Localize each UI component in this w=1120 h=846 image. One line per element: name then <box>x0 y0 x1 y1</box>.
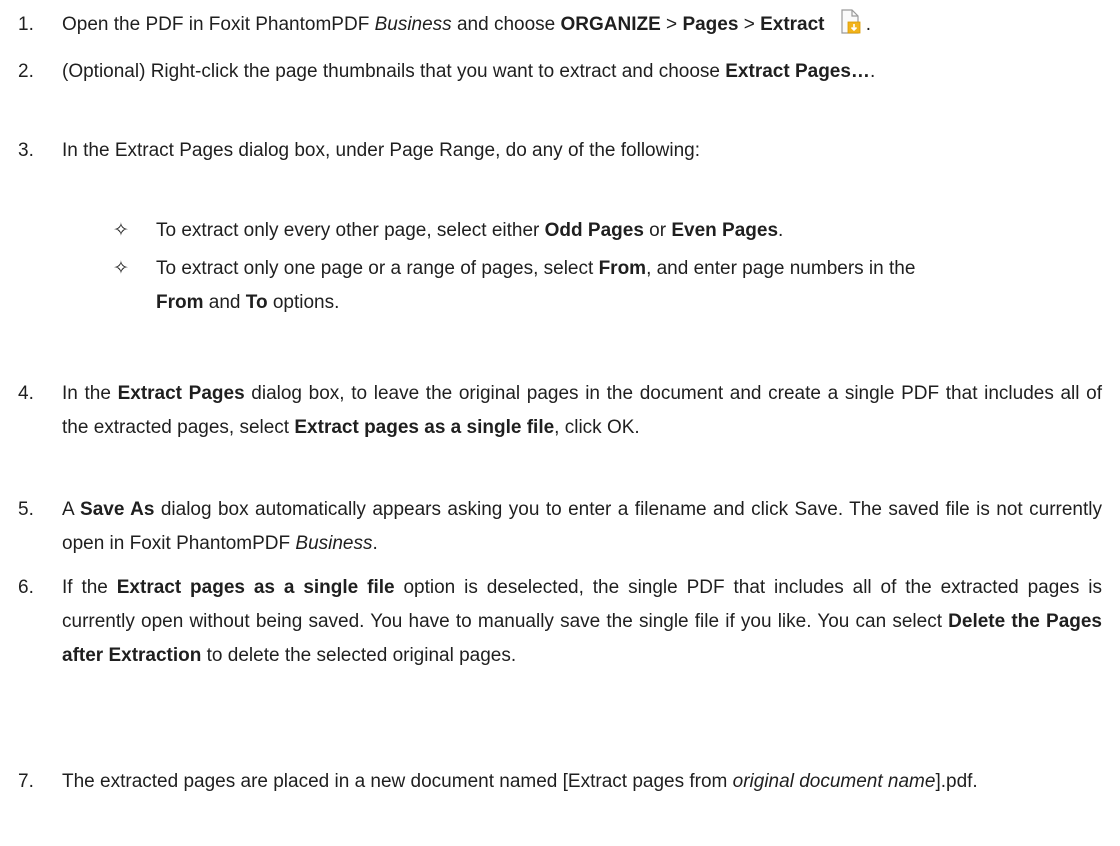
text-run: If the <box>62 577 117 598</box>
text-run: To extract only every other page, select… <box>156 220 545 241</box>
text-run: > <box>738 14 761 35</box>
bold-term: Save As <box>80 499 155 520</box>
step-number: 7. <box>18 771 34 792</box>
text-run: . <box>869 61 876 82</box>
step-text: A Save As dialog box automatically appea… <box>62 493 1102 561</box>
text-run: and choose <box>451 14 561 35</box>
step-text: Open the PDF in Foxit PhantomPDF Busines… <box>62 8 1102 42</box>
bullet-text: To extract only one page or a range of p… <box>156 252 916 320</box>
bold-term: From <box>598 258 647 279</box>
step-text: (Optional) Right-click the page thumbnai… <box>62 55 1102 89</box>
bold-term: Extract Pages… <box>725 61 870 82</box>
text-run: (Optional) Right-click the page thumbnai… <box>62 61 726 82</box>
text-run: Open the PDF in Foxit PhantomPDF <box>62 14 375 35</box>
italic-term: Business <box>374 14 452 35</box>
italic-term: Business <box>295 533 373 554</box>
bullet-diamond-icon: ✧ <box>113 220 129 241</box>
bold-term: Even Pages <box>671 220 779 241</box>
text-run: > <box>660 14 683 35</box>
extract-pages-icon <box>840 9 860 34</box>
bold-term: Pages <box>682 14 739 35</box>
text-run: In the Extract Pages dialog box, under P… <box>62 140 700 161</box>
step-text: The extracted pages are placed in a new … <box>62 765 1102 799</box>
step-number: 3. <box>18 140 34 161</box>
bullet-diamond-icon: ✧ <box>113 258 129 279</box>
text-run: . <box>778 220 784 241</box>
bullet-text: To extract only every other page, select… <box>156 214 916 248</box>
step-number: 2. <box>18 61 34 82</box>
text-run: , and enter page numbers in the <box>646 258 916 279</box>
text-run: The extracted pages are placed in a new … <box>62 771 733 792</box>
italic-term: original document name <box>732 771 936 792</box>
text-run: or <box>643 220 672 241</box>
bold-term: To <box>245 292 268 313</box>
text-run: . <box>860 14 872 35</box>
step-number: 6. <box>18 577 34 598</box>
bold-term: Extract Pages <box>117 383 245 404</box>
text-run: ].pdf. <box>935 771 978 792</box>
text-run: to delete the selected original pages. <box>201 645 517 666</box>
bold-term: ORGANIZE <box>560 14 661 35</box>
step-number: 5. <box>18 499 34 520</box>
bold-term: From <box>156 292 204 313</box>
bold-term: Extract <box>760 14 825 35</box>
text-run: . <box>372 533 378 554</box>
text-run: In the <box>62 383 118 404</box>
step-number: 4. <box>18 383 34 404</box>
step-number: 1. <box>18 14 34 35</box>
bold-term: Extract pages as a single file <box>116 577 395 598</box>
text-run: To extract only one page or a range of p… <box>156 258 599 279</box>
step-text: In the Extract Pages dialog box, under P… <box>62 134 1102 168</box>
step-text: If the Extract pages as a single file op… <box>62 571 1102 673</box>
step-text: In the Extract Pages dialog box, to leav… <box>62 377 1102 445</box>
text-run: A <box>62 499 81 520</box>
document-page: 1. Open the PDF in Foxit PhantomPDF Busi… <box>0 0 1120 846</box>
text-run: options. <box>267 292 340 313</box>
text-run: and <box>203 292 246 313</box>
bold-term: Odd Pages <box>544 220 644 241</box>
bold-term: Extract pages as a single file <box>294 417 555 438</box>
text-run: dialog box automatically appears asking … <box>62 499 1102 554</box>
text-run: , click OK. <box>554 417 640 438</box>
